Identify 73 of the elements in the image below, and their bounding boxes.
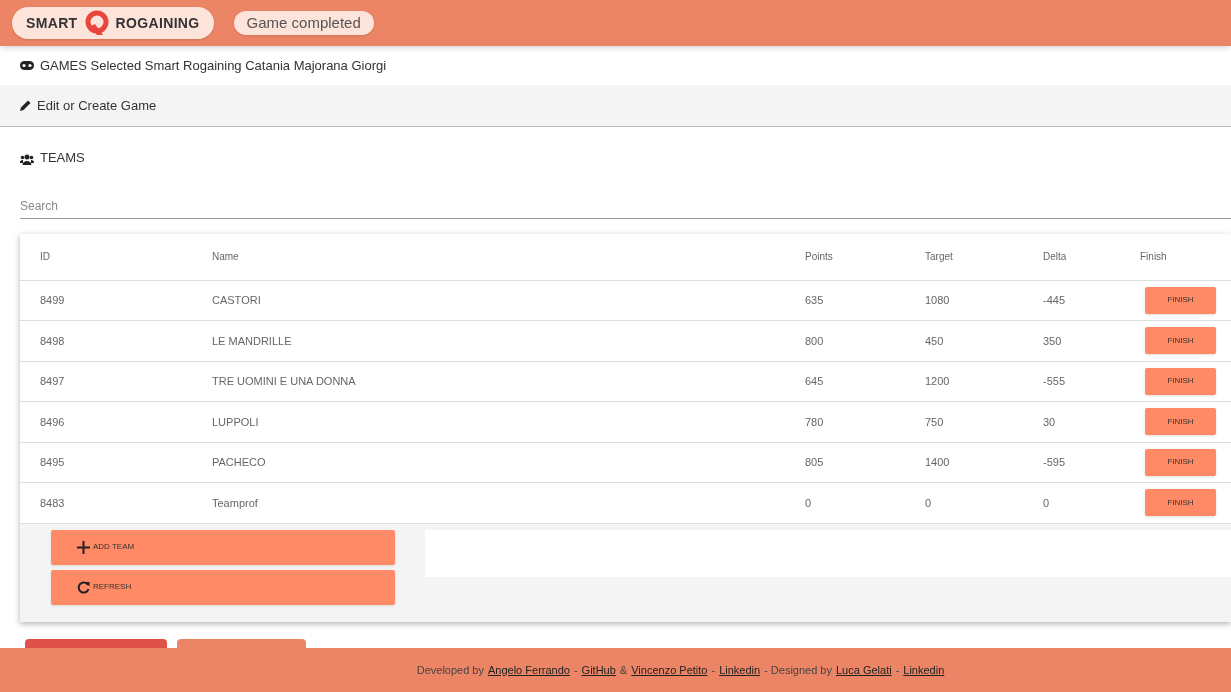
footer-text: - xyxy=(711,662,716,678)
finish-button[interactable]: FINISH xyxy=(1145,286,1216,314)
table-cell-text: LUPPOLI xyxy=(212,414,260,430)
add-team-button[interactable]: ADD TEAM xyxy=(51,529,395,565)
logo[interactable]: SMART ROGAINING xyxy=(12,7,214,39)
table-cell-text: -595 xyxy=(1043,455,1067,470)
table-cell-text: 8483 xyxy=(39,495,66,511)
table-cell-text: 805 xyxy=(805,455,825,470)
gamepad-icon xyxy=(20,61,34,70)
finish-button[interactable]: FINISH xyxy=(1145,408,1216,436)
footer-link[interactable]: Luca Gelati xyxy=(836,661,892,679)
table-cell-text: -555 xyxy=(1043,374,1067,389)
edit-game-bar[interactable]: Edit or Create Game xyxy=(0,85,1231,127)
table-cell-text: 645 xyxy=(805,374,825,389)
footer-text: - Designed by xyxy=(764,662,832,678)
refresh-button[interactable]: REFRESH xyxy=(51,569,395,605)
table-cell-text: 780 xyxy=(805,414,825,430)
table-cell-text: 1200 xyxy=(925,374,951,389)
table-cell-text: 8495 xyxy=(39,455,66,470)
table-cell-text: 450 xyxy=(925,333,945,349)
search-field[interactable]: Search xyxy=(20,194,1231,219)
finish-button[interactable]: FINISH xyxy=(1145,448,1216,476)
column-header: Name xyxy=(212,250,240,264)
table-cell-text: 750 xyxy=(925,414,945,430)
pencil-icon xyxy=(20,100,31,111)
partial-button[interactable] xyxy=(177,638,306,649)
footer-link[interactable]: Angelo Ferrando xyxy=(488,661,570,679)
footer-link[interactable]: Linkedin xyxy=(719,661,761,679)
logo-text: ROGAINING xyxy=(115,13,200,33)
table-cell-text: 30 xyxy=(1043,414,1057,430)
partial-button[interactable] xyxy=(25,638,167,649)
table-cell-text: CASTORI xyxy=(212,293,262,308)
footer-text: - xyxy=(573,662,578,678)
table-cell-text: 800 xyxy=(805,333,825,349)
column-header: Delta xyxy=(1043,250,1068,264)
teams-title: TEAMS xyxy=(40,148,85,167)
table-cell-text: TRE UOMINI E UNA DONNA xyxy=(212,374,357,389)
column-header: Finish xyxy=(1140,250,1168,264)
table-cell-text: Teamprof xyxy=(212,495,259,511)
table-cell-text: 350 xyxy=(1043,333,1063,349)
column-header: Target xyxy=(925,250,954,264)
table-cell-text: 1080 xyxy=(925,293,951,308)
finish-button[interactable]: FINISH xyxy=(1145,327,1216,355)
refresh-icon xyxy=(77,580,90,594)
table-cell-text: 8497 xyxy=(39,374,66,389)
footer-link[interactable]: Vincenzo Petito xyxy=(631,661,708,679)
finish-button[interactable]: FINISH xyxy=(1145,367,1216,395)
logo-text: SMART xyxy=(26,13,78,33)
footer-text: & xyxy=(619,662,628,678)
status-badge: Game completed xyxy=(233,11,374,35)
table-cell-text: PACHECO xyxy=(212,455,267,470)
table-cell-text: 1400 xyxy=(925,455,951,470)
edit-game-text: Edit or Create Game xyxy=(37,96,157,115)
footer-text: Developed by xyxy=(416,662,484,678)
table-cell-text: 635 xyxy=(805,293,825,308)
table-cell-text: 8498 xyxy=(39,333,66,349)
plus-icon xyxy=(77,540,90,554)
column-header: Points xyxy=(805,250,834,264)
column-header: ID xyxy=(39,250,51,264)
table-cell-text: LE MANDRILLE xyxy=(212,333,293,349)
footer-text: - xyxy=(895,662,900,678)
table-cell-text: 0 xyxy=(925,495,933,511)
table-cell-text: 8496 xyxy=(39,414,66,430)
footer-link[interactable]: Linkedin xyxy=(903,661,945,679)
games-selected-text: GAMES Selected Smart Rogaining Catania Majorana Giorgi xyxy=(40,56,387,75)
table-cell-text: -445 xyxy=(1043,293,1067,308)
users-icon xyxy=(20,154,34,165)
logo-icon xyxy=(83,10,110,36)
finish-button[interactable]: FINISH xyxy=(1145,489,1216,517)
table-cell-text: 8499 xyxy=(39,293,66,308)
table-cell-text: 0 xyxy=(805,495,813,511)
footer-link[interactable]: GitHub xyxy=(581,661,616,679)
table-cell-text: 0 xyxy=(1043,495,1051,511)
